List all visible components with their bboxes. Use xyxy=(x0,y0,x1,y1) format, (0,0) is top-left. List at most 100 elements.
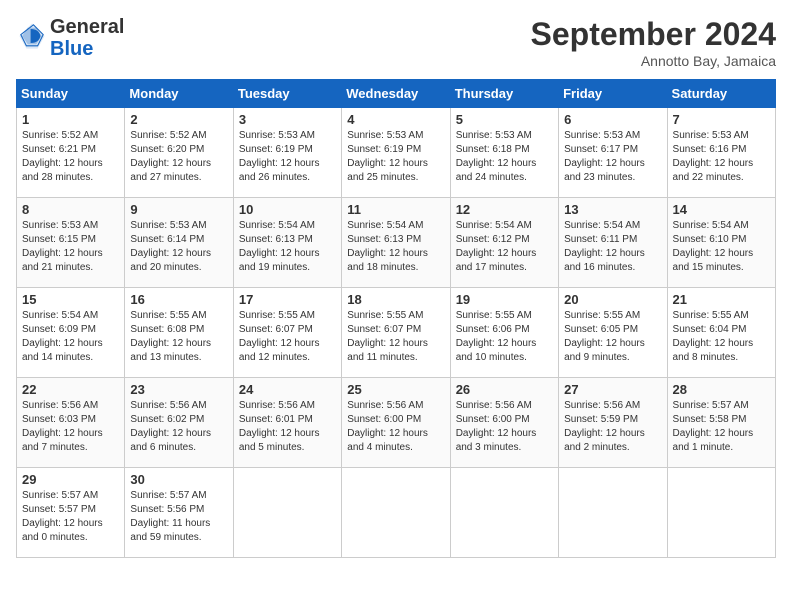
day-number: 10 xyxy=(239,202,336,217)
calendar-cell xyxy=(233,468,341,558)
logo-blue: Blue xyxy=(50,38,124,60)
day-info: Sunrise: 5:55 AM Sunset: 6:07 PM Dayligh… xyxy=(239,309,336,365)
calendar-cell: 2Sunrise: 5:52 AM Sunset: 6:20 PM Daylig… xyxy=(125,108,233,198)
day-number: 22 xyxy=(22,382,119,397)
day-number: 15 xyxy=(22,292,119,307)
day-info: Sunrise: 5:54 AM Sunset: 6:12 PM Dayligh… xyxy=(456,219,553,275)
day-info: Sunrise: 5:57 AM Sunset: 5:56 PM Dayligh… xyxy=(130,489,227,545)
calendar-cell: 5Sunrise: 5:53 AM Sunset: 6:18 PM Daylig… xyxy=(450,108,558,198)
day-info: Sunrise: 5:55 AM Sunset: 6:07 PM Dayligh… xyxy=(347,309,444,365)
day-info: Sunrise: 5:56 AM Sunset: 6:03 PM Dayligh… xyxy=(22,399,119,455)
calendar-body: 1 Sunrise: 5:52 AM Sunset: 6:21 PM Daylig… xyxy=(17,108,776,558)
day-info: Sunrise: 5:55 AM Sunset: 6:08 PM Dayligh… xyxy=(130,309,227,365)
day-info: Sunrise: 5:56 AM Sunset: 6:00 PM Dayligh… xyxy=(456,399,553,455)
day-info: Sunrise: 5:57 AM Sunset: 5:57 PM Dayligh… xyxy=(22,489,119,545)
weekday-header-tuesday: Tuesday xyxy=(233,80,341,108)
calendar-cell: 7Sunrise: 5:53 AM Sunset: 6:16 PM Daylig… xyxy=(667,108,775,198)
day-number: 24 xyxy=(239,382,336,397)
calendar-cell: 26 Sunrise: 5:56 AM Sunset: 6:00 PM Dayli… xyxy=(450,378,558,468)
day-info: Sunrise: 5:54 AM Sunset: 6:10 PM Dayligh… xyxy=(673,219,770,275)
calendar-table: SundayMondayTuesdayWednesdayThursdayFrid… xyxy=(16,79,776,558)
weekday-header-sunday: Sunday xyxy=(17,80,125,108)
calendar-cell: 17 Sunrise: 5:55 AM Sunset: 6:07 PM Dayli… xyxy=(233,288,341,378)
logo: General Blue xyxy=(16,16,124,60)
day-number: 13 xyxy=(564,202,661,217)
calendar-cell: 30 Sunrise: 5:57 AM Sunset: 5:56 PM Dayli… xyxy=(125,468,233,558)
day-number: 23 xyxy=(130,382,227,397)
day-info: Sunrise: 5:53 AM Sunset: 6:17 PM Dayligh… xyxy=(564,129,661,185)
day-number: 9 xyxy=(130,202,227,217)
day-number: 1 xyxy=(22,112,119,127)
day-info: Sunrise: 5:56 AM Sunset: 6:00 PM Dayligh… xyxy=(347,399,444,455)
day-info: Sunrise: 5:55 AM Sunset: 6:06 PM Dayligh… xyxy=(456,309,553,365)
calendar-week-1: 1 Sunrise: 5:52 AM Sunset: 6:21 PM Daylig… xyxy=(17,108,776,198)
calendar-cell: 3 Sunrise: 5:53 AM Sunset: 6:19 PM Daylig… xyxy=(233,108,341,198)
day-info: Sunrise: 5:55 AM Sunset: 6:04 PM Dayligh… xyxy=(673,309,770,365)
calendar-cell: 15 Sunrise: 5:54 AM Sunset: 6:09 PM Dayli… xyxy=(17,288,125,378)
calendar-cell: 10 Sunrise: 5:54 AM Sunset: 6:13 PM Dayli… xyxy=(233,198,341,288)
calendar-cell: 29 Sunrise: 5:57 AM Sunset: 5:57 PM Dayli… xyxy=(17,468,125,558)
weekday-header-friday: Friday xyxy=(559,80,667,108)
day-info: Sunrise: 5:54 AM Sunset: 6:09 PM Dayligh… xyxy=(22,309,119,365)
calendar-cell: 14 Sunrise: 5:54 AM Sunset: 6:10 PM Dayli… xyxy=(667,198,775,288)
location-subtitle: Annotto Bay, Jamaica xyxy=(531,53,776,69)
weekday-header-monday: Monday xyxy=(125,80,233,108)
weekday-header-wednesday: Wednesday xyxy=(342,80,450,108)
day-info: Sunrise: 5:56 AM Sunset: 6:02 PM Dayligh… xyxy=(130,399,227,455)
weekday-header-thursday: Thursday xyxy=(450,80,558,108)
calendar-cell: 27 Sunrise: 5:56 AM Sunset: 5:59 PM Dayli… xyxy=(559,378,667,468)
day-info: Sunrise: 5:56 AM Sunset: 5:59 PM Dayligh… xyxy=(564,399,661,455)
calendar-cell: 20Sunrise: 5:55 AM Sunset: 6:05 PM Dayli… xyxy=(559,288,667,378)
day-number: 26 xyxy=(456,382,553,397)
day-info: Sunrise: 5:53 AM Sunset: 6:14 PM Dayligh… xyxy=(130,219,227,275)
calendar-cell: 9 Sunrise: 5:53 AM Sunset: 6:14 PM Daylig… xyxy=(125,198,233,288)
calendar-cell: 6Sunrise: 5:53 AM Sunset: 6:17 PM Daylig… xyxy=(559,108,667,198)
day-number: 14 xyxy=(673,202,770,217)
day-info: Sunrise: 5:55 AM Sunset: 6:05 PM Dayligh… xyxy=(564,309,661,365)
page-header: General Blue September 2024 Annotto Bay,… xyxy=(16,16,776,69)
day-number: 18 xyxy=(347,292,444,307)
calendar-cell: 25 Sunrise: 5:56 AM Sunset: 6:00 PM Dayli… xyxy=(342,378,450,468)
day-number: 30 xyxy=(130,472,227,487)
day-info: Sunrise: 5:53 AM Sunset: 6:19 PM Dayligh… xyxy=(239,129,336,185)
day-number: 12 xyxy=(456,202,553,217)
calendar-cell: 4Sunrise: 5:53 AM Sunset: 6:19 PM Daylig… xyxy=(342,108,450,198)
calendar-cell: 22 Sunrise: 5:56 AM Sunset: 6:03 PM Dayli… xyxy=(17,378,125,468)
day-number: 17 xyxy=(239,292,336,307)
day-number: 5 xyxy=(456,112,553,127)
day-info: Sunrise: 5:54 AM Sunset: 6:13 PM Dayligh… xyxy=(239,219,336,275)
calendar-cell xyxy=(450,468,558,558)
calendar-cell: 12 Sunrise: 5:54 AM Sunset: 6:12 PM Dayli… xyxy=(450,198,558,288)
day-number: 28 xyxy=(673,382,770,397)
calendar-cell xyxy=(667,468,775,558)
day-info: Sunrise: 5:52 AM Sunset: 6:21 PM Dayligh… xyxy=(22,129,119,185)
logo-icon xyxy=(18,22,46,50)
calendar-cell xyxy=(559,468,667,558)
day-number: 27 xyxy=(564,382,661,397)
day-info: Sunrise: 5:56 AM Sunset: 6:01 PM Dayligh… xyxy=(239,399,336,455)
day-info: Sunrise: 5:57 AM Sunset: 5:58 PM Dayligh… xyxy=(673,399,770,455)
day-number: 29 xyxy=(22,472,119,487)
calendar-cell: 16 Sunrise: 5:55 AM Sunset: 6:08 PM Dayli… xyxy=(125,288,233,378)
day-number: 11 xyxy=(347,202,444,217)
calendar-cell: 21Sunrise: 5:55 AM Sunset: 6:04 PM Dayli… xyxy=(667,288,775,378)
calendar-cell: 18 Sunrise: 5:55 AM Sunset: 6:07 PM Dayli… xyxy=(342,288,450,378)
calendar-week-3: 15 Sunrise: 5:54 AM Sunset: 6:09 PM Dayli… xyxy=(17,288,776,378)
calendar-week-5: 29 Sunrise: 5:57 AM Sunset: 5:57 PM Dayli… xyxy=(17,468,776,558)
day-number: 4 xyxy=(347,112,444,127)
calendar-week-4: 22 Sunrise: 5:56 AM Sunset: 6:03 PM Dayli… xyxy=(17,378,776,468)
calendar-cell: 23 Sunrise: 5:56 AM Sunset: 6:02 PM Dayli… xyxy=(125,378,233,468)
calendar-cell: 1 Sunrise: 5:52 AM Sunset: 6:21 PM Daylig… xyxy=(17,108,125,198)
day-number: 8 xyxy=(22,202,119,217)
weekday-header-saturday: Saturday xyxy=(667,80,775,108)
calendar-cell: 8 Sunrise: 5:53 AM Sunset: 6:15 PM Daylig… xyxy=(17,198,125,288)
day-info: Sunrise: 5:54 AM Sunset: 6:11 PM Dayligh… xyxy=(564,219,661,275)
day-number: 3 xyxy=(239,112,336,127)
day-info: Sunrise: 5:52 AM Sunset: 6:20 PM Dayligh… xyxy=(130,129,227,185)
calendar-cell xyxy=(342,468,450,558)
day-info: Sunrise: 5:53 AM Sunset: 6:15 PM Dayligh… xyxy=(22,219,119,275)
day-number: 19 xyxy=(456,292,553,307)
day-number: 16 xyxy=(130,292,227,307)
day-number: 25 xyxy=(347,382,444,397)
calendar-cell: 24 Sunrise: 5:56 AM Sunset: 6:01 PM Dayli… xyxy=(233,378,341,468)
